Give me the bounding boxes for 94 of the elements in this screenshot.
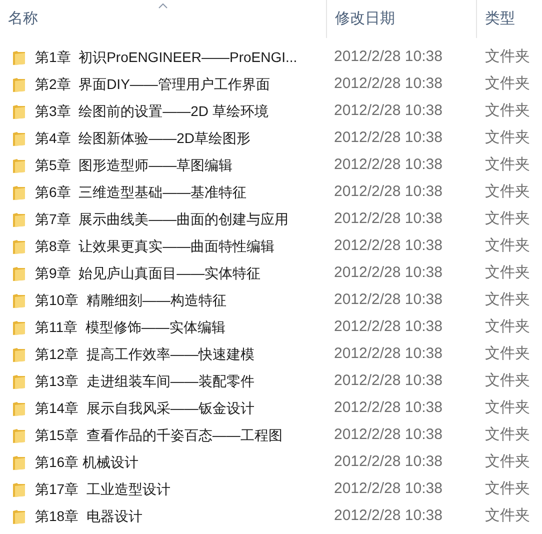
- folder-icon: [12, 158, 26, 174]
- folder-row[interactable]: 第10章 精雕细刻——构造特征 2012/2/28 10:38 文件夹: [0, 287, 542, 314]
- folder-row[interactable]: 第12章 提高工作效率——快速建模 2012/2/28 10:38 文件夹: [0, 341, 542, 368]
- modified-date: 2012/2/28 10:38: [333, 74, 444, 94]
- folder-row[interactable]: 第3章 绘图前的设置——2D 草绘环境 2012/2/28 10:38 文件夹: [0, 98, 542, 125]
- file-type: 文件夹: [484, 398, 530, 418]
- file-name: 第17章 工业造型设计: [35, 480, 170, 499]
- folder-icon: [12, 454, 26, 470]
- file-type: 文件夹: [484, 452, 530, 472]
- modified-date: 2012/2/28 10:38: [333, 182, 444, 202]
- file-name: 第3章 绘图前的设置——2D 草绘环境: [35, 102, 268, 121]
- folder-icon: [12, 346, 26, 362]
- folder-row[interactable]: 第17章 工业造型设计 2012/2/28 10:38 文件夹: [0, 476, 542, 503]
- file-name: 第2章 界面DIY——管理用户工作界面: [35, 75, 270, 94]
- folder-row[interactable]: 第11章 模型修饰——实体编辑 2012/2/28 10:38 文件夹: [0, 314, 542, 341]
- folder-icon: [12, 374, 26, 390]
- folder-icon: [12, 76, 26, 92]
- file-type: 文件夹: [484, 371, 530, 392]
- folder-row[interactable]: 第9章 始见庐山真面目——实体特征 2012/2/28 10:38 文件夹: [0, 260, 542, 287]
- file-type: 文件夹: [484, 290, 530, 310]
- modified-date: 2012/2/28 10:38: [333, 479, 444, 500]
- folder-row[interactable]: 第6章 三维造型基础——基准特征 2012/2/28 10:38 文件夹: [0, 179, 542, 206]
- folder-icon: [12, 184, 26, 200]
- folder-icon: [12, 428, 26, 444]
- modified-date: 2012/2/28 10:38: [333, 155, 444, 176]
- folder-icon: [12, 482, 26, 498]
- file-type: 文件夹: [484, 47, 530, 68]
- file-name: 第13章 走进组装车间——装配零件: [35, 372, 254, 391]
- folder-row[interactable]: 第8章 让效果更真实——曲面特性编辑 2012/2/28 10:38 文件夹: [0, 233, 542, 260]
- file-type: 文件夹: [484, 479, 530, 500]
- column-header[interactable]: 修改日期: [327, 0, 477, 38]
- folder-row[interactable]: 第14章 展示自我风采——钣金设计 2012/2/28 10:38 文件夹: [0, 395, 542, 422]
- folder-row[interactable]: 第2章 界面DIY——管理用户工作界面 2012/2/28 10:38 文件夹: [0, 71, 542, 98]
- folder-icon: [12, 104, 26, 120]
- modified-date: 2012/2/28 10:38: [333, 263, 444, 284]
- folder-row[interactable]: 第4章 绘图新体验——2D草绘图形 2012/2/28 10:38 文件夹: [0, 125, 542, 152]
- folder-row[interactable]: 第18章 电器设计 2012/2/28 10:38 文件夹: [0, 503, 542, 530]
- modified-date: 2012/2/28 10:38: [333, 317, 444, 338]
- file-name: 第5章 图形造型师——草图编辑: [35, 156, 233, 175]
- modified-date: 2012/2/28 10:38: [333, 101, 444, 122]
- file-type: 文件夹: [484, 236, 530, 256]
- folder-icon: [12, 320, 26, 336]
- file-name: 第7章 展示曲线美——曲面的创建与应用: [35, 210, 289, 229]
- file-type: 文件夹: [484, 74, 530, 94]
- folder-row[interactable]: 第15章 查看作品的千姿百态——工程图 2012/2/28 10:38 文件夹: [0, 422, 542, 449]
- modified-date: 2012/2/28 10:38: [333, 506, 444, 526]
- file-name: 第8章 让效果更真实——曲面特性编辑: [35, 237, 275, 256]
- file-type: 文件夹: [484, 209, 530, 230]
- modified-date: 2012/2/28 10:38: [333, 128, 444, 148]
- file-name: 第10章 精雕细刻——构造特征: [35, 291, 226, 310]
- file-name: 第4章 绘图新体验——2D草绘图形: [35, 129, 250, 148]
- folder-row[interactable]: 第7章 展示曲线美——曲面的创建与应用 2012/2/28 10:38 文件夹: [0, 206, 542, 233]
- file-name: 第16章 机械设计: [35, 453, 138, 472]
- folder-icon: [12, 50, 26, 66]
- file-name: 第1章 初识ProENGINEER——ProENGI...: [35, 48, 298, 67]
- modified-date: 2012/2/28 10:38: [333, 290, 444, 310]
- modified-date: 2012/2/28 10:38: [333, 371, 444, 392]
- file-type: 文件夹: [484, 506, 530, 526]
- folder-row[interactable]: 第1章 初识ProENGINEER——ProENGI... 2012/2/28 10:38 文件夹: [0, 44, 542, 71]
- file-name: 第15章 查看作品的千姿百态——工程图: [35, 426, 282, 445]
- folder-row[interactable]: 第5章 图形造型师——草图编辑 2012/2/28 10:38 文件夹: [0, 152, 542, 179]
- modified-date: 2012/2/28 10:38: [333, 425, 444, 446]
- folder-icon: [12, 130, 26, 146]
- file-type: 文件夹: [484, 317, 530, 338]
- modified-date: 2012/2/28 10:38: [333, 236, 444, 256]
- folder-icon: [12, 508, 26, 524]
- column-header[interactable]: 名称: [0, 0, 327, 38]
- file-type: 文件夹: [484, 425, 530, 446]
- file-type: 文件夹: [484, 344, 530, 364]
- file-name: 第9章 始见庐山真面目——实体特征: [35, 264, 261, 283]
- file-type: 文件夹: [484, 263, 530, 284]
- folder-icon: [12, 212, 26, 228]
- file-name: 第11章 模型修饰——实体编辑: [35, 318, 226, 337]
- folder-row[interactable]: 第16章 机械设计 2012/2/28 10:38 文件夹: [0, 449, 542, 476]
- file-type: 文件夹: [484, 101, 530, 122]
- file-name: 第14章 展示自我风采——钣金设计: [35, 399, 254, 418]
- file-name: 第6章 三维造型基础——基准特征: [35, 183, 247, 202]
- file-name: 第18章 电器设计: [35, 507, 142, 526]
- file-name: 第12章 提高工作效率——快速建模: [35, 345, 254, 364]
- folder-icon: [12, 292, 26, 308]
- modified-date: 2012/2/28 10:38: [333, 452, 444, 472]
- modified-date: 2012/2/28 10:38: [333, 398, 444, 418]
- column-header[interactable]: 类型: [477, 0, 542, 38]
- modified-date: 2012/2/28 10:38: [333, 209, 444, 230]
- modified-date: 2012/2/28 10:38: [333, 344, 444, 364]
- folder-icon: [12, 400, 26, 416]
- folder-row[interactable]: 第13章 走进组装车间——装配零件 2012/2/28 10:38 文件夹: [0, 368, 542, 395]
- modified-date: 2012/2/28 10:38: [333, 47, 444, 68]
- folder-icon: [12, 266, 26, 282]
- sort-caret-icon: [158, 3, 168, 9]
- file-type: 文件夹: [484, 128, 530, 148]
- file-type: 文件夹: [484, 155, 530, 176]
- folder-icon: [12, 238, 26, 254]
- file-type: 文件夹: [484, 182, 530, 202]
